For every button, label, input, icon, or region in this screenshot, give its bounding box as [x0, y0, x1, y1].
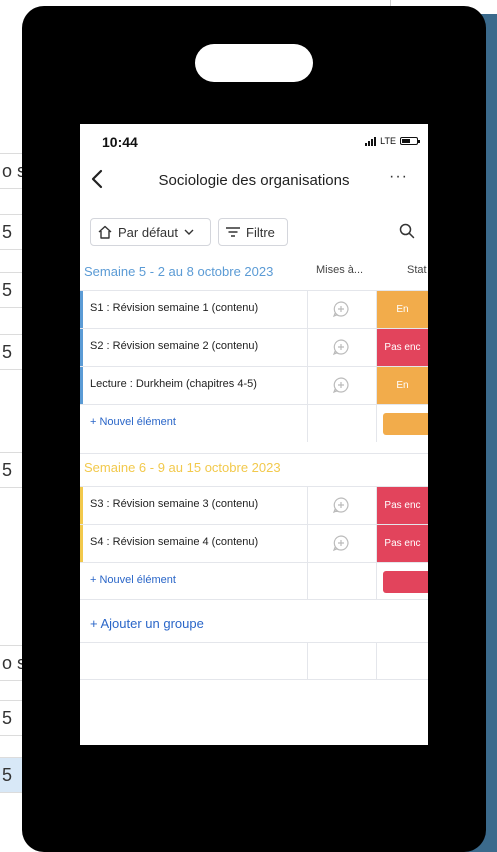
background-row-text: 5 [2, 341, 13, 362]
view-selector-label: Par défaut [118, 224, 178, 240]
item-name[interactable]: S4 : Révision semaine 4 (contenu) [90, 536, 258, 548]
cell-divider [307, 291, 308, 328]
add-item-link[interactable]: + Nouvel élément [90, 574, 176, 586]
status-cell[interactable]: Pas enc [377, 329, 428, 366]
column-header-updates[interactable]: Mises à... [316, 264, 363, 276]
item-name[interactable]: S1 : Révision semaine 1 (contenu) [90, 302, 258, 314]
filter-button[interactable]: Filtre [218, 218, 288, 246]
status-cell[interactable]: Pas enc [377, 525, 428, 562]
cell-divider [307, 405, 308, 442]
group-color-bar [80, 525, 83, 562]
background-row-text: 5 [2, 221, 13, 242]
nav-bar: Sociologie des organisations ··· [80, 160, 428, 200]
filter-icon [226, 227, 240, 237]
phone-notch [195, 44, 313, 82]
add-update-icon[interactable] [332, 300, 350, 318]
column-header-status[interactable]: Stat [407, 264, 427, 276]
add-item-link[interactable]: + Nouvel élément [90, 416, 176, 428]
item-row[interactable]: S3 : Révision semaine 3 (contenu) Pas en… [80, 486, 428, 524]
item-name[interactable]: Lecture : Durkheim (chapitres 4-5) [90, 378, 257, 390]
view-selector-button[interactable]: Par défaut [90, 218, 211, 246]
item-row[interactable]: S2 : Révision semaine 2 (contenu) Pas en… [80, 328, 428, 366]
board-title: Sociologie des organisations [158, 172, 350, 189]
home-icon [98, 225, 112, 239]
group-color-bar [80, 291, 83, 328]
add-item-row[interactable]: + Nouvel élément [80, 404, 428, 442]
chevron-down-icon [184, 229, 194, 235]
toolbar: Par défaut Filtre [80, 218, 428, 248]
item-row[interactable]: S1 : Révision semaine 1 (contenu) En [80, 290, 428, 328]
add-update-icon[interactable] [332, 376, 350, 394]
cell-divider [307, 525, 308, 562]
cell-divider [376, 643, 377, 679]
cell-divider [307, 367, 308, 404]
add-group-link[interactable]: + Ajouter un groupe [90, 616, 204, 631]
more-options-icon[interactable]: ··· [389, 168, 408, 186]
background-row-text: 5 [2, 459, 13, 480]
filter-label: Filtre [246, 224, 275, 240]
cell-divider [307, 643, 308, 679]
status-summary-bar [383, 413, 428, 435]
status-time: 10:44 [102, 134, 138, 150]
group-color-bar [80, 329, 83, 366]
status-bar: 10:44 LTE [80, 124, 428, 160]
group-color-bar [80, 367, 83, 404]
cell-divider [307, 487, 308, 524]
add-update-icon[interactable] [332, 534, 350, 552]
cell-divider [307, 563, 308, 599]
group-color-bar [80, 487, 83, 524]
background-row-text: 5 [2, 764, 13, 785]
search-icon[interactable] [398, 222, 416, 240]
empty-row [80, 642, 428, 680]
item-name[interactable]: S3 : Révision semaine 3 (contenu) [90, 498, 258, 510]
item-name[interactable]: S2 : Révision semaine 2 (contenu) [90, 340, 258, 352]
app-screen: 10:44 LTE Sociologie des organisations ·… [80, 124, 428, 745]
group-header[interactable]: Semaine 6 - 9 au 15 octobre 2023 [80, 453, 428, 482]
cell-divider [376, 563, 377, 599]
add-update-icon[interactable] [332, 338, 350, 356]
status-cell[interactable]: En [377, 291, 428, 328]
group-title: Semaine 5 - 2 au 8 octobre 2023 [84, 264, 274, 279]
network-label: LTE [380, 136, 396, 146]
add-item-row[interactable]: + Nouvel élément [80, 562, 428, 600]
cell-divider [376, 405, 377, 442]
item-row[interactable]: Lecture : Durkheim (chapitres 4-5) En [80, 366, 428, 404]
battery-icon [400, 137, 420, 145]
group-title: Semaine 6 - 9 au 15 octobre 2023 [84, 460, 281, 475]
add-update-icon[interactable] [332, 496, 350, 514]
cell-divider [307, 329, 308, 366]
status-summary-bar [383, 571, 428, 593]
background-row-text: 5 [2, 707, 13, 728]
status-cell[interactable]: En [377, 367, 428, 404]
phone-frame: 10:44 LTE Sociologie des organisations ·… [22, 6, 486, 852]
background-row-text: 5 [2, 279, 13, 300]
group-header[interactable]: Semaine 5 - 2 au 8 octobre 2023 Mises à.… [80, 258, 428, 286]
signal-icon [365, 136, 377, 146]
status-cell[interactable]: Pas enc [377, 487, 428, 524]
item-row[interactable]: S4 : Révision semaine 4 (contenu) Pas en… [80, 524, 428, 562]
status-indicators: LTE [365, 136, 420, 146]
